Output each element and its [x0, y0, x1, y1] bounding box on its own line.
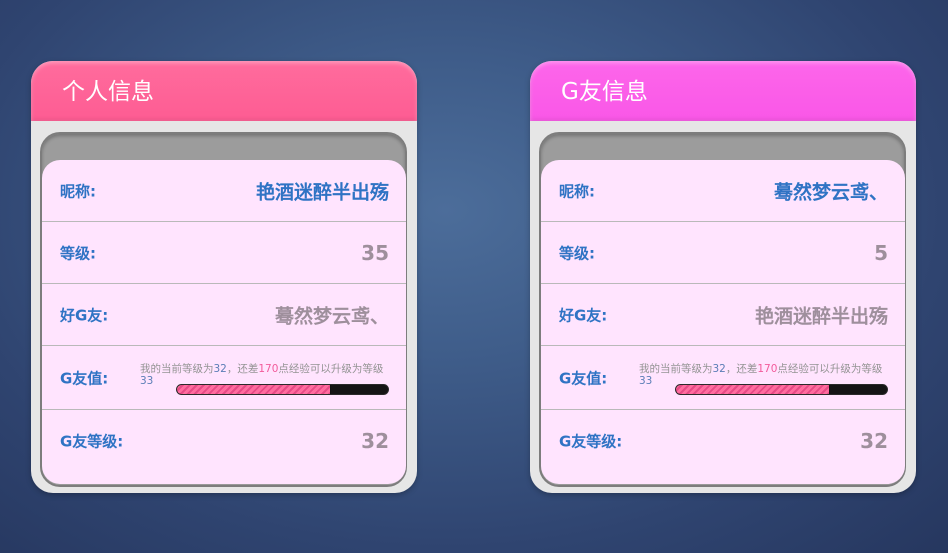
nickname-value: 艳酒迷醉半出殇: [255, 181, 389, 203]
g-level-value: 32: [361, 429, 389, 453]
nickname-value: 蓦然梦云鸢、: [773, 181, 888, 203]
g-note-next-level: 33: [140, 375, 154, 387]
personal-info-panel: 个人信息 昵称: 艳酒迷醉半出殇 等级: 35 好G友: 蓦然梦云鸢、 G友值:…: [31, 61, 417, 493]
best-friend-value[interactable]: 艳酒迷醉半出殇: [755, 301, 888, 328]
nickname-row: 昵称: 艳酒迷醉半出殇: [42, 160, 406, 222]
info-card: 昵称: 蓦然梦云鸢、 等级: 5 好G友: 艳酒迷醉半出殇 G友值: 我的当前等…: [541, 160, 905, 484]
g-note-current-level: 32: [712, 363, 726, 375]
best-friend-row: 好G友: 艳酒迷醉半出殇: [541, 284, 905, 346]
g-value-label: G友值:: [559, 369, 608, 387]
panel-title: 个人信息: [31, 61, 417, 121]
level-row: 等级: 35: [42, 222, 406, 284]
g-level-value: 32: [860, 429, 888, 453]
best-friend-value[interactable]: 蓦然梦云鸢、: [275, 301, 389, 328]
g-note-exp: 170: [757, 363, 778, 375]
g-progress-fill: [177, 385, 332, 394]
g-note-next-level: 33: [639, 375, 653, 387]
level-value: 35: [361, 240, 389, 265]
g-note-mid: ，还差: [725, 363, 758, 375]
level-value: 5: [874, 240, 888, 265]
g-note-suffix: 点经验可以升级为等级: [278, 363, 384, 375]
best-friend-label: 好G友:: [60, 306, 109, 324]
g-progress-bar: [675, 384, 888, 395]
g-value-label: G友值:: [60, 369, 109, 387]
g-level-row: G友等级: 32: [42, 410, 406, 472]
friend-info-panel: G友信息 昵称: 蓦然梦云鸢、 等级: 5 好G友: 艳酒迷醉半出殇 G友值: …: [530, 61, 916, 493]
best-friend-row: 好G友: 蓦然梦云鸢、: [42, 284, 406, 346]
info-card: 昵称: 艳酒迷醉半出殇 等级: 35 好G友: 蓦然梦云鸢、 G友值: 我的当前…: [42, 160, 406, 484]
g-level-label: G友等级:: [559, 432, 623, 451]
level-label: 等级:: [60, 244, 96, 262]
g-note-current-level: 32: [213, 363, 227, 375]
g-value-row: G友值: 我的当前等级为32，还差170点经验可以升级为等级 33: [541, 346, 905, 410]
g-value-row: G友值: 我的当前等级为32，还差170点经验可以升级为等级 33: [42, 346, 406, 410]
nickname-label: 昵称:: [60, 182, 96, 200]
g-progress-fill: [676, 385, 831, 394]
g-level-label: G友等级:: [60, 432, 124, 451]
g-note-mid: ，还差: [226, 363, 259, 375]
g-note-suffix: 点经验可以升级为等级: [777, 363, 883, 375]
g-level-row: G友等级: 32: [541, 410, 905, 472]
nickname-row: 昵称: 蓦然梦云鸢、: [541, 160, 905, 222]
g-progress-bar: [176, 384, 389, 395]
g-note-exp: 170: [258, 363, 279, 375]
best-friend-label: 好G友:: [559, 306, 608, 324]
level-label: 等级:: [559, 244, 595, 262]
level-row: 等级: 5: [541, 222, 905, 284]
nickname-label: 昵称:: [559, 182, 595, 200]
panel-title: G友信息: [530, 61, 916, 121]
g-note-prefix: 我的当前等级为: [639, 363, 713, 375]
g-note-prefix: 我的当前等级为: [140, 363, 214, 375]
